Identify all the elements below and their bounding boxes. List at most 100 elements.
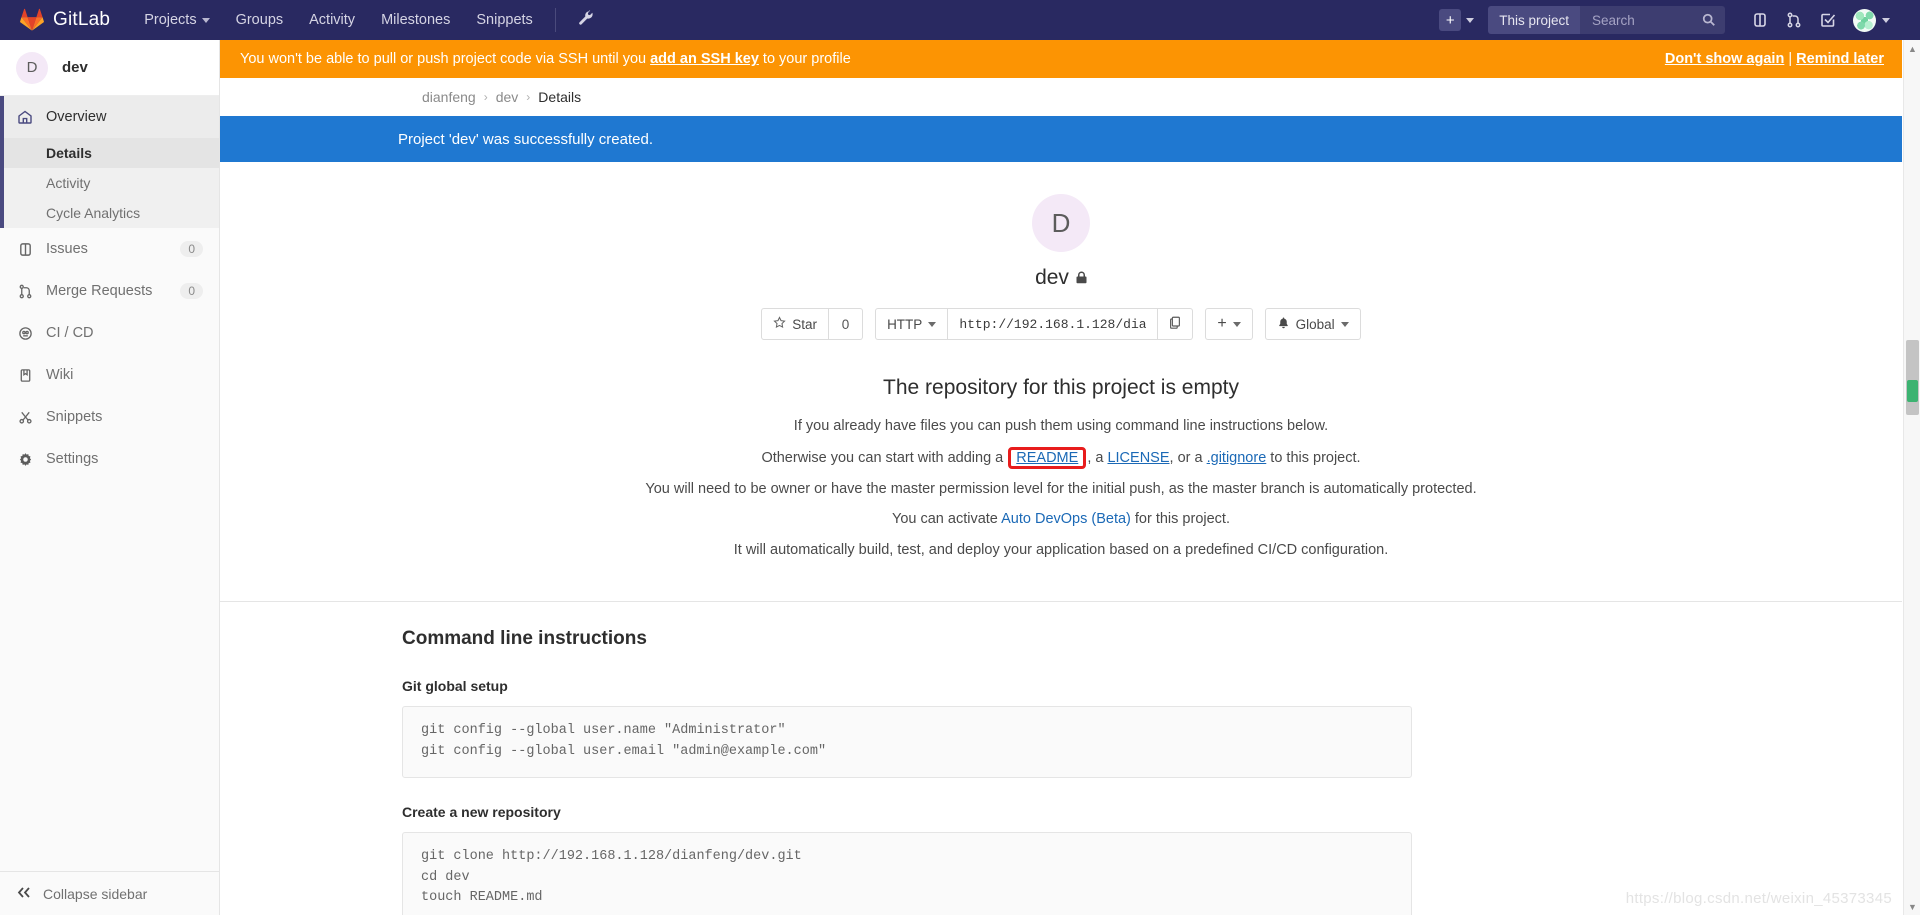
sidebar-project-header[interactable]: D dev — [0, 40, 219, 96]
collapse-sidebar-button[interactable]: Collapse sidebar — [0, 871, 219, 915]
empty-line4-after: for this project. — [1130, 511, 1230, 528]
clone-url-field[interactable] — [948, 308, 1159, 340]
nav-link-projects[interactable]: Projects — [144, 12, 210, 28]
copy-url-button[interactable] — [1158, 308, 1194, 340]
add-to-project-dropdown[interactable]: + — [1205, 308, 1253, 340]
breadcrumb-item-group[interactable]: dianfeng — [422, 89, 476, 105]
bell-icon — [1277, 316, 1290, 333]
project-header: D dev Star 0 HTTP http://192.168.1.128/d… — [220, 162, 1902, 340]
page-scrollbar[interactable]: ▲ ▼ — [1903, 40, 1920, 915]
sidebar-item-label-settings: Settings — [46, 451, 99, 467]
nav-label-milestones: Milestones — [381, 12, 451, 28]
sidebar-item-label-ci-cd: CI / CD — [46, 325, 94, 341]
gitlab-logo-home-link[interactable]: GitLab — [20, 8, 110, 32]
breadcrumb-separator-icon: › — [483, 90, 488, 104]
empty-line4-before: You can activate — [892, 511, 1002, 528]
nav-link-milestones[interactable]: Milestones — [381, 12, 450, 28]
search-icon — [1702, 13, 1715, 26]
cli-section-heading-create-new-repository: Create a new repository — [402, 803, 561, 820]
auto-devops-link[interactable]: Auto DevOps (Beta) — [1001, 511, 1131, 527]
merge-glyph — [1787, 12, 1801, 28]
sidebar-item-wiki[interactable]: Wiki — [0, 354, 219, 396]
scroll-down-arrow-icon[interactable]: ▼ — [1904, 898, 1920, 915]
scissors-glyph — [18, 411, 32, 424]
nav-link-activity[interactable]: Activity — [309, 12, 355, 28]
nav-link-snippets[interactable]: Snippets — [476, 12, 532, 28]
dont-show-again-link[interactable]: Don't show again — [1665, 51, 1784, 67]
sidebar-item-snippets[interactable]: Snippets — [0, 396, 219, 438]
search-input[interactable] — [1590, 11, 1702, 29]
cli-code-git-global-setup[interactable]: git config --global user.name "Administr… — [402, 705, 1412, 778]
add-ssh-key-link[interactable]: add an SSH key — [650, 51, 759, 67]
book-icon — [16, 368, 34, 383]
license-link[interactable]: LICENSE — [1107, 450, 1169, 466]
sidebar-item-settings[interactable]: Settings — [0, 438, 219, 480]
breadcrumb-item-project[interactable]: dev — [496, 89, 519, 105]
sidebar-item-details[interactable]: Details — [0, 138, 219, 168]
sidebar-item-activity[interactable]: Activity — [0, 168, 219, 198]
scroll-up-arrow-icon[interactable]: ▲ — [1904, 40, 1920, 57]
empty-line2-mid2: , or a — [1169, 449, 1207, 466]
issues-icon[interactable] — [1743, 0, 1777, 40]
notification-dropdown[interactable]: Global — [1264, 308, 1361, 340]
sidebar-item-label-activity: Activity — [46, 175, 91, 191]
clone-url-input[interactable] — [957, 315, 1149, 333]
gitlab-project-page: GitLab Projects Groups Activity Mileston… — [0, 0, 1920, 915]
empty-line2-mid1: , a — [1087, 449, 1108, 466]
breadcrumb-item-current: Details — [538, 89, 582, 105]
gear-glyph — [19, 452, 31, 466]
clone-protocol-dropdown[interactable]: HTTP — [875, 308, 949, 340]
collapse-sidebar-label: Collapse sidebar — [43, 885, 148, 902]
nav-link-groups[interactable]: Groups — [236, 12, 284, 28]
gitignore-link[interactable]: .gitignore — [1207, 450, 1267, 466]
sidebar-item-cycle-analytics[interactable]: Cycle Analytics — [0, 198, 219, 228]
scrollbar-thumb[interactable] — [1906, 340, 1919, 415]
merge-requests-icon — [16, 284, 34, 299]
plus-icon: + — [1439, 9, 1462, 31]
sidebar-project-name: dev — [62, 59, 88, 76]
issues-icon — [16, 242, 34, 257]
search-scope-button[interactable]: This project — [1488, 6, 1580, 34]
lock-glyph — [1076, 271, 1087, 284]
star-button[interactable]: Star — [761, 308, 830, 340]
search-field[interactable] — [1580, 6, 1725, 34]
book-glyph — [20, 368, 30, 382]
project-avatar: D — [1032, 194, 1090, 252]
project-sidebar: D dev Overview Details Activity Cycle An… — [0, 40, 220, 915]
ssh-key-alert: You won't be able to pull or push projec… — [220, 40, 1902, 78]
primary-nav: Projects Groups Activity Milestones Snip… — [144, 12, 533, 28]
sidebar-count-merge-requests: 0 — [180, 283, 203, 299]
admin-wrench-icon[interactable] — [578, 10, 594, 30]
flash-success-banner: Project 'dev' was successfully created. — [220, 116, 1902, 162]
copy-glyph — [1170, 316, 1181, 329]
readme-link[interactable]: README — [1016, 450, 1078, 466]
merge-requests-icon[interactable] — [1777, 0, 1811, 40]
cli-code-create-new-repository[interactable]: git clone http://192.168.1.128/dianfeng/… — [402, 831, 1412, 915]
nav-label-projects: Projects — [144, 12, 197, 28]
user-avatar[interactable] — [1853, 8, 1876, 32]
chevron-down-icon[interactable] — [1882, 17, 1890, 23]
sidebar-item-ci-cd[interactable]: CI / CD — [0, 312, 219, 354]
chevron-down-icon — [928, 321, 937, 327]
new-dropdown[interactable]: + — [1439, 9, 1475, 31]
sidebar-item-overview[interactable]: Overview — [0, 96, 219, 138]
sidebar-overview-submenu: Details Activity Cycle Analytics — [0, 138, 219, 228]
sidebar-project-avatar: D — [16, 51, 48, 84]
home-icon — [16, 109, 34, 125]
star-button-group: Star 0 — [761, 308, 864, 340]
gitlab-tanuki-icon — [20, 8, 44, 31]
main-content: You won't be able to pull or push projec… — [220, 40, 1902, 915]
clone-group: HTTP — [875, 308, 1194, 340]
breadcrumb: dianfeng › dev › Details — [220, 78, 1902, 116]
pipeline-glyph — [18, 326, 32, 340]
star-count[interactable]: 0 — [829, 308, 864, 340]
lock-icon — [1076, 266, 1087, 290]
sidebar-item-issues[interactable]: Issues 0 — [0, 228, 219, 270]
sidebar-item-merge-requests[interactable]: Merge Requests 0 — [0, 270, 219, 312]
empty-repo-line-3: You will need to be owner or have the ma… — [645, 480, 1477, 497]
command-line-instructions: Command line instructions Git global set… — [220, 602, 1902, 915]
todos-icon[interactable] — [1811, 0, 1845, 40]
remind-later-link[interactable]: Remind later — [1796, 51, 1884, 67]
chevron-double-left-glyph — [17, 886, 30, 898]
readme-highlight-box: README — [1008, 446, 1087, 470]
